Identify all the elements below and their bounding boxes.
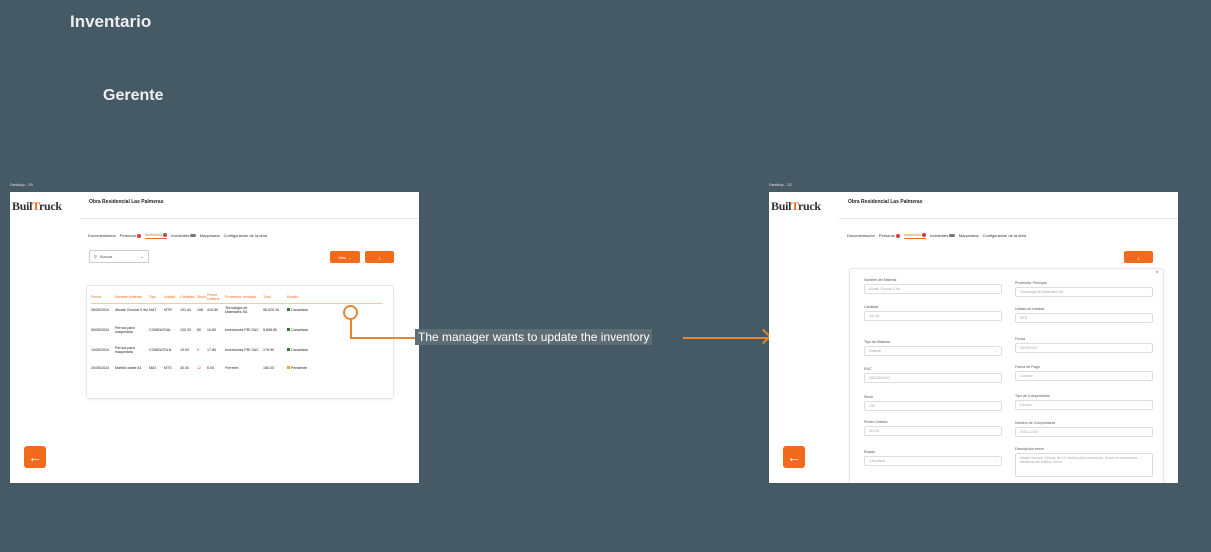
field-unidad-medida: Unidad de medida MTR xyxy=(1015,307,1153,323)
connector-horizontal xyxy=(350,337,415,339)
tab-incidentes[interactable]: Incidentes xyxy=(930,233,955,238)
back-button[interactable]: ← xyxy=(24,446,46,468)
count-pill xyxy=(949,234,955,237)
field-numero-comprobante: Número de Comprobante F001-12234 xyxy=(1015,421,1153,437)
chevron-down-icon: ⌄ xyxy=(140,254,144,259)
chevron-down-icon: ⌄ xyxy=(1145,346,1148,350)
cantidad-input[interactable]: 101.44 xyxy=(864,311,1002,321)
tab-documentacion[interactable]: Documentación xyxy=(847,233,875,238)
table-row[interactable]: 20/05/2024 Martillo doble A1 MAT MTS 30.… xyxy=(91,366,383,370)
left-frame-label: Desktop - 29 xyxy=(10,182,33,187)
tipo-comprobante-select[interactable]: Factura ⌄ xyxy=(1015,400,1153,410)
right-frame-label: Desktop - 32 xyxy=(769,182,792,187)
download-icon: ⤓ xyxy=(1137,254,1140,260)
inventory-table: Fecha Nombre Material Tipo Unidad Cantid… xyxy=(86,285,394,399)
tab-configuracion[interactable]: Configuración de la obra xyxy=(983,233,1027,238)
search-input[interactable]: ⚲ Buscar ⌄ xyxy=(89,250,149,263)
descripcion-textarea[interactable]: Alicate Sección Circular de 0.9 metros p… xyxy=(1015,453,1153,477)
ruc-input[interactable]: 20512500463 xyxy=(864,373,1002,383)
tab-maquinaria[interactable]: Maquinaria xyxy=(200,233,220,238)
chevron-down-icon: ⌄ xyxy=(1145,374,1148,378)
table-header: Fecha Nombre Material Tipo Unidad Cantid… xyxy=(91,293,383,304)
field-tipo-material: Tipo de Material Material ⌄ xyxy=(864,340,1002,356)
tab-personal[interactable]: Personal xyxy=(879,233,900,238)
field-estado: Estado Cancelado ⌄ xyxy=(864,450,1002,466)
notification-dot xyxy=(163,232,168,237)
field-forma-pago: Forma de Pago Contado ⌄ xyxy=(1015,365,1153,381)
table-row[interactable]: 06/05/2024 Pernos para maquinaria COMBUS… xyxy=(91,326,383,334)
tab-bar: Documentación Personal Inventario Incide… xyxy=(88,232,267,239)
status-badge: Cancelado xyxy=(287,308,309,312)
header-divider xyxy=(839,218,1178,219)
precio-unitario-input[interactable]: 410.80 xyxy=(864,426,1002,436)
estado-select[interactable]: Cancelado ⌄ xyxy=(864,456,1002,466)
fecha-select[interactable]: 08/05/2024 ⌄ xyxy=(1015,343,1153,353)
project-title: Obra Residencial Las Palmeras xyxy=(848,199,923,205)
project-title: Obra Residencial Las Palmeras xyxy=(89,199,164,205)
tab-maquinaria[interactable]: Maquinaria xyxy=(959,233,979,238)
chevron-down-icon: ⌄ xyxy=(1145,403,1148,407)
nombre-material-input[interactable]: Alicate Circular 0.9m xyxy=(864,284,1002,294)
logo: BuilTruck xyxy=(12,199,62,213)
tab-configuracion[interactable]: Configuración de la obra xyxy=(224,233,268,238)
status-badge: Pendiente xyxy=(287,366,309,370)
inventory-edit-frame: BuilTruck Obra Residencial Las Palmeras … xyxy=(769,192,1178,483)
tab-documentacion[interactable]: Documentación xyxy=(88,233,116,238)
close-icon[interactable]: × xyxy=(1155,270,1159,276)
stock-input[interactable]: 108 xyxy=(864,401,1002,411)
month-filter-button[interactable]: Mes ⌄ xyxy=(330,251,360,263)
proveedor-input[interactable]: Tecnología de Materiales SA xyxy=(1015,287,1153,297)
tipo-material-select[interactable]: Material ⌄ xyxy=(864,346,1002,356)
count-pill xyxy=(190,234,196,237)
field-tipo-comprobante: Tipo de Comprobante Factura ⌄ xyxy=(1015,394,1153,410)
field-proveedor: Proveedor Principal Tecnología de Materi… xyxy=(1015,281,1153,297)
highlight-ring xyxy=(343,305,358,320)
header-divider xyxy=(80,218,419,219)
field-precio-unitario: Precio Unitario 410.80 xyxy=(864,420,1002,436)
forma-pago-select[interactable]: Contado ⌄ xyxy=(1015,371,1153,381)
back-button[interactable]: ← xyxy=(783,446,805,468)
arrow-left-icon: ← xyxy=(28,449,42,465)
arrow-left-icon: ← xyxy=(787,449,801,465)
tab-bar: Documentación Personal Inventario Incide… xyxy=(847,232,1026,239)
search-icon: ⚲ xyxy=(94,254,97,259)
download-button[interactable]: ⤓ xyxy=(365,251,394,263)
field-stock: Stock 108 xyxy=(864,395,1002,411)
annotation-label: The manager wants to update the inventor… xyxy=(415,329,653,345)
download-icon: ⤓ xyxy=(378,254,381,260)
tab-inventario[interactable]: Inventario xyxy=(144,232,168,239)
unidad-medida-input[interactable]: MTR xyxy=(1015,313,1153,323)
connector-vertical xyxy=(350,319,352,338)
section-title: Gerente xyxy=(103,87,164,104)
chevron-down-icon: ⌄ xyxy=(994,459,997,463)
notification-dot xyxy=(136,233,141,238)
tab-personal[interactable]: Personal xyxy=(120,233,141,238)
notification-dot xyxy=(922,232,927,237)
field-descripcion: Descripción breve Alicate Sección Circul… xyxy=(1015,447,1153,477)
status-badge: Cancelado xyxy=(287,348,309,352)
chevron-down-icon: ⌄ xyxy=(348,254,352,260)
notification-dot xyxy=(895,233,900,238)
field-nombre-material: Nombre del Material Alicate Circular 0.9… xyxy=(864,278,1002,294)
table-row[interactable]: 14/05/2024 Pernos para maquinaria COMBUS… xyxy=(91,346,383,354)
field-fecha: Fecha 08/05/2024 ⌄ xyxy=(1015,337,1153,353)
field-cantidad: Cantidad 101.44 xyxy=(864,305,1002,321)
page-title: Inventario xyxy=(70,12,152,31)
table-row[interactable]: 08/05/2024 Alicate Circular 0.9m MAT MTR… xyxy=(91,306,383,314)
download-button[interactable]: ⤓ xyxy=(1124,251,1153,263)
tab-inventario[interactable]: Inventario xyxy=(903,232,927,239)
numero-comprobante-input[interactable]: F001-12234 xyxy=(1015,427,1153,437)
logo: BuilTruck xyxy=(771,199,821,213)
field-ruc: RUC 20512500463 xyxy=(864,367,1002,383)
chevron-down-icon: ⌄ xyxy=(994,349,997,353)
tab-incidentes[interactable]: Incidentes xyxy=(171,233,196,238)
edit-material-form: × Nombre del Material Alicate Circular 0… xyxy=(849,268,1164,483)
status-badge: Cancelado xyxy=(287,328,309,332)
